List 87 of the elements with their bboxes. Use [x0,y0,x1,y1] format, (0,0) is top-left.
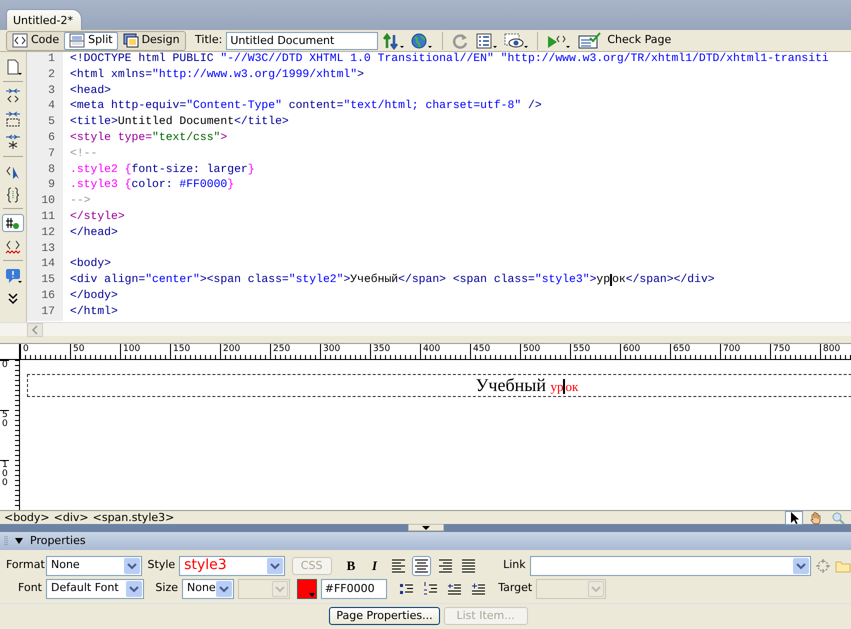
document-tab[interactable]: Untitled-2* [6,9,82,30]
triangle-icon [14,536,24,546]
line-number: 3 [27,84,63,100]
line-number: 7 [27,146,63,163]
code-line: <body> [70,257,112,272]
tag-selector-item[interactable]: <body> [4,511,50,524]
panel-button[interactable]: Page Properties... [329,607,440,626]
tag-selector-item[interactable]: <span.style3> [92,511,174,524]
zoom-icon[interactable] [830,510,846,524]
outdent-icon[interactable] [446,581,462,596]
color-swatch[interactable] [296,578,317,598]
bullet-list-icon[interactable] [398,581,414,596]
code-line: <html xmlns="http://www.w3.org/1999/xhtml"> [70,68,364,83]
list-icon[interactable] [475,32,500,50]
bold-button[interactable]: B [341,556,361,576]
braces-icon[interactable] [4,186,22,202]
line-number: 6 [27,130,63,147]
align-right-icon[interactable] [438,558,453,574]
line-number: 1 [27,52,63,68]
panel-toggle-icon[interactable] [408,524,444,532]
grip-icon [4,535,8,547]
split-view-icon [69,33,86,48]
code-line: <title>Untitled Document</title> [70,115,289,130]
code-line: <style type="text/css"> [70,130,228,146]
field-label: Style [146,557,176,574]
code-line: <!DOCTYPE html PUBLIC "-//W3C//DTD XHTML 1.0 Transitional//EN" "http://www.w3.org/TR/xhtml1/DTD/xhtml1-transiti [70,52,829,67]
comment-icon[interactable] [4,266,22,284]
style-dropdown[interactable]: style3 [179,556,285,576]
code-line: <meta http-equiv="Content-Type" content="text/html; charset=utf-8" /> [70,99,542,114]
align-left-icon[interactable] [390,558,406,574]
line-number: 15 [27,273,63,289]
code-line: </style> [70,210,125,225]
field-label: Target [497,580,532,596]
field-label: Font [17,580,42,596]
line-number: 11 [27,210,63,226]
code-line: <!-- [70,146,98,162]
code-line: <div align="center"><span class="style2">Учебный</span> <span class="style3">ур ок</span></div> [70,273,715,288]
line-number: 17 [27,304,63,321]
collapse-selection-icon[interactable] [4,110,22,128]
code-line: </body> [70,288,118,304]
code-line: .style3 {color: #FF0000} [70,178,234,194]
design-view-icon [122,33,139,48]
line-number: 4 [27,99,63,116]
line-number: 5 [27,115,63,131]
italic-button[interactable]: I [364,556,384,576]
panel-title: Properties [30,532,86,549]
line-number: 8 [27,162,63,178]
eye-icon[interactable] [503,32,530,50]
caret-icon [308,592,315,596]
color-field[interactable]: #FF0000 [320,578,387,598]
view-tab[interactable]: Code [7,32,64,50]
field-label: Size [154,580,178,596]
link-field[interactable] [530,556,812,576]
font-dropdown[interactable]: Default Font [46,578,144,598]
up-down-arrows-icon[interactable] [382,32,406,50]
tag-selector-item[interactable]: <div> [54,511,89,524]
field-label: Link [502,557,526,574]
code-line: --> [70,194,91,210]
indent-icon[interactable] [470,581,486,596]
check-page-button[interactable]: Check Page [576,30,674,50]
view-tab[interactable]: Split [64,32,118,50]
line-number: 14 [27,257,63,274]
align-justify-icon[interactable] [461,558,476,574]
line-number: 12 [27,226,63,242]
code-icon [12,33,28,48]
collapse-icon[interactable] [4,88,22,104]
line-number: 9 [27,178,63,194]
numbered-list-icon[interactable] [422,581,438,596]
format-dropdown[interactable]: None [46,556,142,576]
code-line: .style2 {font-size: larger} [70,162,255,178]
line-number: 10 [27,194,63,210]
code-line: </html> [70,304,118,320]
title-label: Title: [195,32,222,48]
view-tab[interactable]: Design [118,32,185,50]
line-number: 16 [27,288,63,305]
field-label: Format [6,557,42,574]
collapse-toggle[interactable] [12,536,26,546]
code-line: </head> [70,226,118,241]
size-dropdown[interactable]: None [182,578,234,598]
expand-icon[interactable] [4,134,22,150]
title-input[interactable]: Untitled Document [226,32,378,50]
align-center-icon[interactable] [414,558,430,574]
crosshair-icon[interactable] [815,558,832,574]
line-number: 13 [27,242,63,258]
code-line: <head> [70,84,112,99]
globe-icon[interactable] [410,32,434,50]
line-number: 2 [27,68,63,84]
